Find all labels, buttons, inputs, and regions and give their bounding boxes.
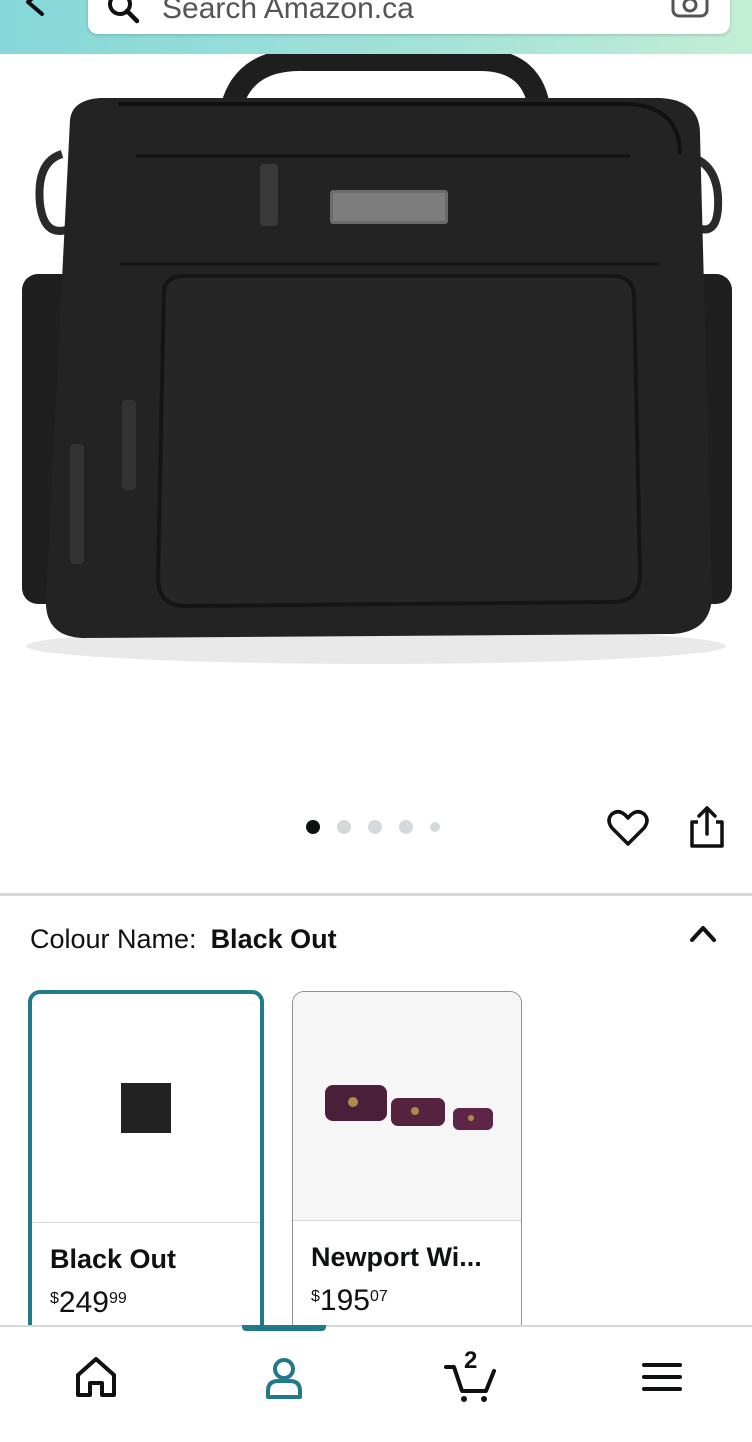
price-fraction: 07: [369, 1288, 388, 1305]
chevron-left-icon: [26, 0, 44, 16]
swatch-divider: [32, 1222, 260, 1223]
account-icon: [266, 1358, 302, 1399]
search-input[interactable]: Search Amazon.ca: [88, 0, 730, 34]
section-divider: [0, 893, 752, 896]
carousel-indicator: [306, 818, 457, 836]
top-header: Search Amazon.ca: [0, 0, 752, 54]
newport-bag-set-image: [325, 1085, 493, 1130]
nav-account-button[interactable]: [254, 1347, 314, 1407]
nav-cart-button[interactable]: 2: [442, 1347, 502, 1407]
search-placeholder: Search Amazon.ca: [162, 0, 414, 25]
swatch-price: $24999: [50, 1286, 127, 1320]
colour-name-row: Colour Name: Black Out: [30, 924, 337, 955]
swatch-divider: [293, 1220, 521, 1221]
back-button[interactable]: [14, 0, 54, 22]
swatch-thumbnail: [293, 992, 521, 1220]
product-image[interactable]: [0, 54, 752, 754]
share-button[interactable]: [686, 804, 728, 850]
swatch-price: $19507: [311, 1284, 388, 1318]
search-icon: [108, 0, 140, 24]
carousel-dot-active[interactable]: [306, 820, 320, 834]
price-whole: 195: [319, 1284, 370, 1317]
carousel-dot[interactable]: [430, 822, 440, 832]
price-symbol: $: [311, 1288, 320, 1305]
colour-swatch-square: [121, 1083, 171, 1133]
active-tab-indicator: [242, 1325, 326, 1331]
swatch-name: Newport Wi...: [311, 1242, 482, 1272]
share-icon: [690, 806, 724, 848]
home-icon: [76, 1357, 116, 1397]
camera-icon[interactable]: [670, 0, 710, 20]
price-whole: 249: [58, 1286, 109, 1319]
price-symbol: $: [50, 1290, 59, 1307]
nav-home-button[interactable]: [66, 1347, 126, 1407]
add-to-list-button[interactable]: [606, 806, 650, 850]
nav-menu-button[interactable]: [632, 1347, 692, 1407]
swatch-name: Black Out: [50, 1244, 177, 1274]
bottom-nav: 2: [0, 1325, 752, 1442]
collapse-button[interactable]: [686, 916, 720, 950]
colour-option-black-out[interactable]: Black Out $24999: [28, 990, 264, 1350]
menu-icon: [642, 1363, 682, 1391]
swatch-thumbnail: [32, 994, 260, 1222]
price-fraction: 99: [108, 1290, 127, 1307]
colour-option-newport[interactable]: Newport Wi... $19507: [292, 991, 522, 1351]
colour-selected-value: Black Out: [210, 924, 337, 954]
carousel-dot[interactable]: [368, 820, 382, 834]
product-image-carousel[interactable]: [0, 54, 752, 754]
cart-count-badge: 2: [464, 1347, 478, 1374]
chevron-up-icon: [690, 926, 716, 942]
colour-label: Colour Name:: [30, 924, 197, 954]
heart-icon: [607, 810, 649, 846]
carousel-dot[interactable]: [399, 820, 413, 834]
carousel-dot[interactable]: [337, 820, 351, 834]
